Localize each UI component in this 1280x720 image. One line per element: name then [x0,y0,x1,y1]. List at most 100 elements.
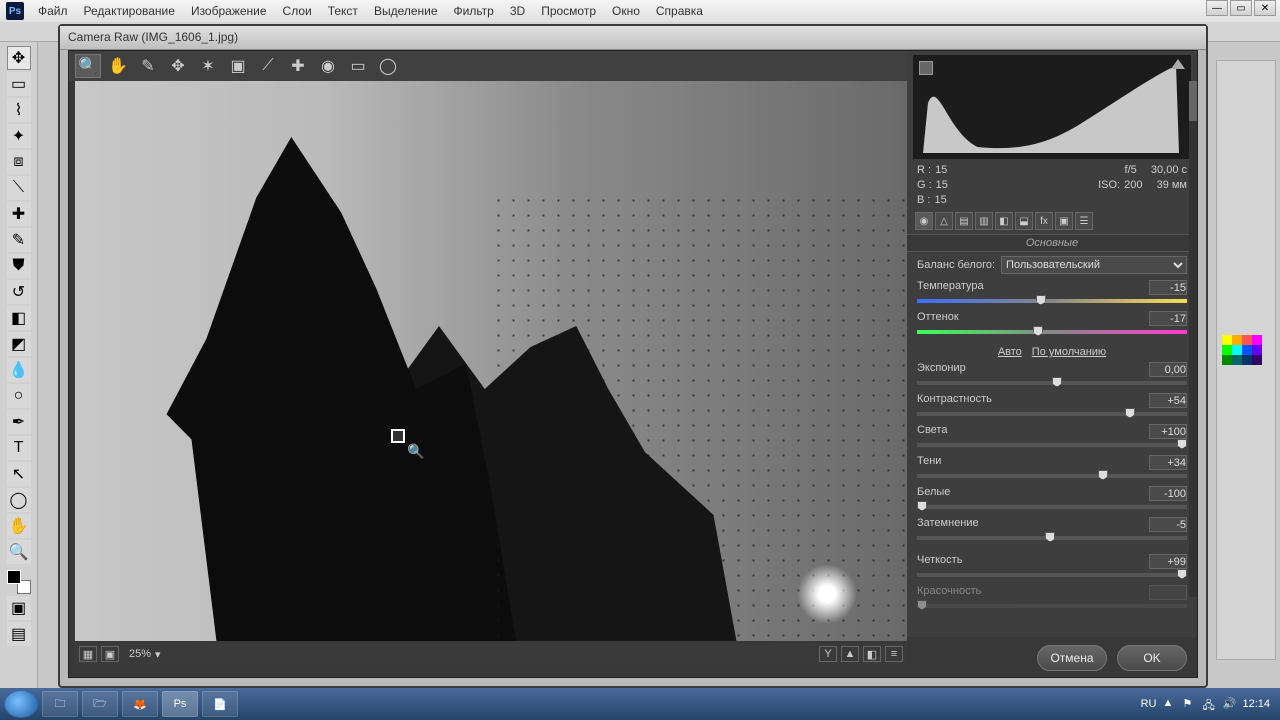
wand-tool[interactable]: ✦ [7,124,31,148]
fullscreen-button[interactable]: ▲ [841,646,859,662]
redeye-tool[interactable]: ◉ [315,54,341,78]
hand-tool[interactable]: ✋ [7,514,31,538]
tab-basic[interactable]: ◉ [915,212,933,230]
eraser-tool[interactable]: ◧ [7,306,31,330]
brush-tool[interactable]: ✎ [7,228,31,252]
wb-select[interactable]: Пользовательский [1001,256,1187,274]
move-tool[interactable]: ✥ [7,46,31,70]
screenmode-2[interactable]: ▤ [7,622,31,646]
history-brush-tool[interactable]: ↺ [7,280,31,304]
path-tool[interactable]: ↖ [7,462,31,486]
target-adjust-tool[interactable]: ✶ [195,54,221,78]
settings-menu-button[interactable]: ≡ [885,646,903,662]
zoom-tool[interactable]: 🔍 [75,54,101,78]
menu-image[interactable]: Изображение [191,4,267,18]
menu-3d[interactable]: 3D [510,4,525,18]
type-tool[interactable]: T [7,436,31,460]
minimize-button[interactable]: — [1206,0,1228,16]
whites-value[interactable] [1149,486,1187,501]
tray-action-icon[interactable]: ⚑ [1182,697,1196,711]
preview-toggle-button[interactable]: Y [819,646,837,662]
close-button[interactable]: ✕ [1254,0,1276,16]
highlights-value[interactable] [1149,424,1187,439]
tab-curve[interactable]: △ [935,212,953,230]
tray-lang[interactable]: RU [1141,698,1157,710]
blacks-slider[interactable] [917,532,1187,544]
pen-tool[interactable]: ✒ [7,410,31,434]
marquee-tool[interactable]: ▭ [7,72,31,96]
preview-area[interactable]: 🔍 [75,81,907,641]
taskbar-reader[interactable]: 📄 [202,691,238,717]
whites-slider[interactable] [917,501,1187,513]
temperature-value[interactable] [1149,280,1187,295]
exposure-slider[interactable] [917,377,1187,389]
menu-file[interactable]: Файл [38,4,68,18]
tab-fx[interactable]: fx [1035,212,1053,230]
menu-filter[interactable]: Фильтр [454,4,494,18]
exposure-value[interactable] [1149,362,1187,377]
menu-view[interactable]: Просмотр [541,4,596,18]
clarity-value[interactable] [1149,554,1187,569]
contrast-value[interactable] [1149,393,1187,408]
contrast-slider[interactable] [917,408,1187,420]
color-sampler-tool[interactable]: ✥ [165,54,191,78]
menu-edit[interactable]: Редактирование [84,4,175,18]
heal-tool[interactable]: ✚ [7,202,31,226]
tint-slider[interactable] [917,326,1187,338]
spot-tool[interactable]: ✚ [285,54,311,78]
menu-window[interactable]: Окно [612,4,640,18]
zoom-dropdown-icon[interactable]: ▾ [155,648,161,661]
tab-hsl[interactable]: ▥ [975,212,993,230]
straighten-tool[interactable]: ⟋ [255,54,281,78]
default-link[interactable]: По умолчанию [1032,346,1106,358]
vibrance-slider[interactable] [917,600,1187,612]
tab-presets[interactable]: ☰ [1075,212,1093,230]
compare-a-button[interactable]: ▦ [79,646,97,662]
menu-help[interactable]: Справка [656,4,703,18]
clarity-slider[interactable] [917,569,1187,581]
highlights-slider[interactable] [917,439,1187,451]
tab-lens[interactable]: ⬓ [1015,212,1033,230]
screenmode-1[interactable]: ▣ [7,596,31,620]
taskbar-photoshop[interactable]: Ps [162,691,198,717]
menu-layers[interactable]: Слои [283,4,312,18]
histogram[interactable] [913,55,1191,159]
grad-filter-tool[interactable]: ◯ [375,54,401,78]
blacks-value[interactable] [1149,517,1187,532]
taskbar-firefox[interactable]: 🦊 [122,691,158,717]
menu-text[interactable]: Текст [328,4,358,18]
before-after-button[interactable]: ◧ [863,646,881,662]
tab-camera[interactable]: ▣ [1055,212,1073,230]
tab-split[interactable]: ◧ [995,212,1013,230]
zoom-tool-ps[interactable]: 🔍 [7,540,31,564]
shape-tool[interactable]: ◯ [7,488,31,512]
wb-tool[interactable]: ✎ [135,54,161,78]
auto-link[interactable]: Авто [998,346,1022,358]
tray-volume-icon[interactable]: 🔊 [1222,697,1236,711]
ok-button[interactable]: OK [1117,645,1187,671]
hand-tool-cr[interactable]: ✋ [105,54,131,78]
tint-value[interactable] [1149,311,1187,326]
temperature-slider[interactable] [917,295,1187,307]
start-button[interactable] [4,690,38,718]
gradient-tool[interactable]: ◩ [7,332,31,356]
crop-tool-cr[interactable]: ▣ [225,54,251,78]
cancel-button[interactable]: Отмена [1037,645,1107,671]
fg-bg-colors[interactable] [7,570,31,594]
maximize-button[interactable]: ▭ [1230,0,1252,16]
menu-select[interactable]: Выделение [374,4,438,18]
tab-detail[interactable]: ▤ [955,212,973,230]
tray-flag-icon[interactable]: ▲ [1162,697,1176,711]
shadows-slider[interactable] [917,470,1187,482]
taskbar-explorer[interactable]: 🗀 [42,691,78,717]
tray-clock[interactable]: 12:14 [1242,698,1270,710]
crop-tool[interactable]: ⧈ [7,150,31,174]
adjust-brush-tool[interactable]: ▭ [345,54,371,78]
blur-tool[interactable]: 💧 [7,358,31,382]
dodge-tool[interactable]: ○ [7,384,31,408]
eyedropper-tool[interactable]: ⟍ [7,176,31,200]
tray-network-icon[interactable]: 🖧 [1202,697,1216,711]
shadows-value[interactable] [1149,455,1187,470]
taskbar-folder[interactable]: 🗁 [82,691,118,717]
compare-b-button[interactable]: ▣ [101,646,119,662]
